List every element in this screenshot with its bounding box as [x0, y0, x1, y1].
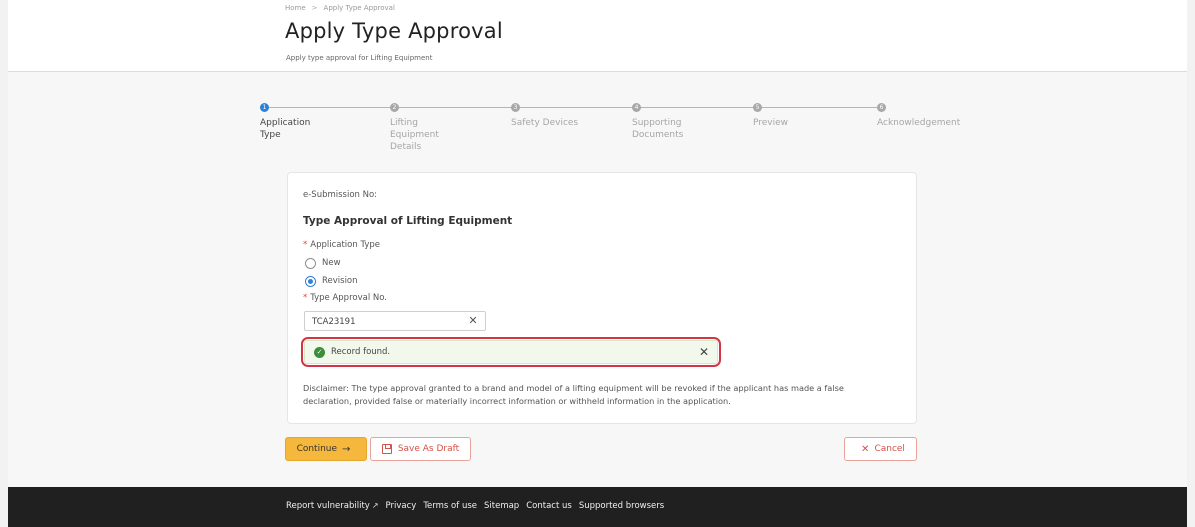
footer-link-privacy[interactable]: Privacy — [386, 501, 417, 511]
close-icon[interactable]: ✕ — [699, 345, 709, 359]
radio-button[interactable] — [305, 257, 316, 269]
breadcrumb: Home > Apply Type Approval — [285, 4, 395, 12]
radio-label: New — [322, 258, 341, 268]
save-as-draft-label: Save As Draft — [397, 444, 460, 454]
step-4-indicator: 4 — [632, 103, 641, 112]
step-1-indicator: 1 — [260, 103, 269, 112]
disclaimer-text: Disclaimer: The type approval granted to… — [303, 383, 844, 406]
continue-label: Continue — [296, 444, 338, 454]
type-approval-no-input[interactable]: TCA23191 ✕ — [304, 311, 486, 331]
success-alert: ✓ Record found. ✕ — [304, 340, 718, 364]
radio-button[interactable] — [305, 275, 316, 287]
arrow-right-icon: → — [342, 443, 351, 455]
page-footer: Report vulnerability ↗ Privacy Terms of u… — [8, 487, 1187, 527]
step-3-label: Safety Devices — [511, 118, 579, 128]
step-4-label: Supporting Documents — [632, 118, 684, 140]
application-type-label: * Application Type — [303, 240, 380, 250]
save-as-draft-button[interactable]: Save As Draft — [370, 437, 471, 461]
footer-link-report-vulnerability[interactable]: Report vulnerability ↗ — [286, 501, 379, 511]
breadcrumb-current: Apply Type Approval — [323, 4, 395, 12]
step-connector — [641, 107, 753, 108]
input-value: TCA23191 — [312, 317, 356, 327]
step-2-label: Lifting Equipment Details — [390, 118, 439, 152]
step-1-label: Application Type — [260, 118, 311, 140]
breadcrumb-home[interactable]: Home — [285, 4, 306, 12]
radio-option-revision[interactable]: Revision — [305, 275, 358, 287]
page-title: Apply Type Approval — [285, 19, 503, 43]
step-connector — [399, 107, 511, 108]
step-5-indicator: 5 — [753, 103, 762, 112]
step-connector — [269, 107, 390, 108]
external-link-icon: ↗ — [371, 501, 379, 510]
footer-link-sitemap[interactable]: Sitemap — [484, 501, 519, 511]
step-5-label: Preview — [753, 118, 789, 128]
type-approval-no-label: * Type Approval No. — [303, 293, 388, 303]
footer-link-contact-us[interactable]: Contact us — [526, 501, 572, 511]
esubmission-label: e-Submission No: — [303, 190, 378, 200]
close-icon: ✕ — [861, 443, 870, 455]
cancel-button[interactable]: ✕ Cancel — [844, 437, 917, 461]
breadcrumb-separator: > — [311, 4, 318, 12]
step-3-indicator: 3 — [511, 103, 520, 112]
step-2-indicator: 2 — [390, 103, 399, 112]
step-connector — [762, 107, 877, 108]
footer-link-supported-browsers[interactable]: Supported browsers — [579, 501, 664, 511]
page-header: Home > Apply Type Approval Apply Type Appr… — [8, 0, 1187, 72]
radio-option-new[interactable]: New — [305, 257, 341, 269]
cancel-label: Cancel — [874, 444, 905, 454]
radio-label: Revision — [322, 276, 358, 286]
step-6-label: Acknowledgement — [877, 118, 961, 128]
step-6-indicator: 6 — [877, 103, 886, 112]
required-marker: * — [303, 293, 308, 303]
alert-message: Record found. — [331, 347, 391, 357]
required-marker: * — [303, 240, 308, 250]
footer-link-terms-of-use[interactable]: Terms of use — [423, 501, 477, 511]
step-connector — [520, 107, 632, 108]
footer-links: Report vulnerability ↗ Privacy Terms of u… — [286, 501, 664, 511]
progress-stepper: 1 Application Type 2 Lifting Equipment D… — [8, 100, 1187, 160]
continue-button[interactable]: Continue → — [285, 437, 367, 461]
page-frame: Home > Apply Type Approval Apply Type Appr… — [8, 0, 1187, 487]
page-subtitle: Apply type approval for Lifting Equipmen… — [286, 54, 433, 62]
section-title: Type Approval of Lifting Equipment — [303, 215, 513, 227]
check-circle-icon: ✓ — [314, 347, 325, 358]
floppy-disk-icon — [381, 444, 392, 454]
application-form-card: e-Submission No: Type Approval of Liftin… — [287, 172, 917, 424]
clear-icon[interactable]: ✕ — [467, 315, 479, 327]
